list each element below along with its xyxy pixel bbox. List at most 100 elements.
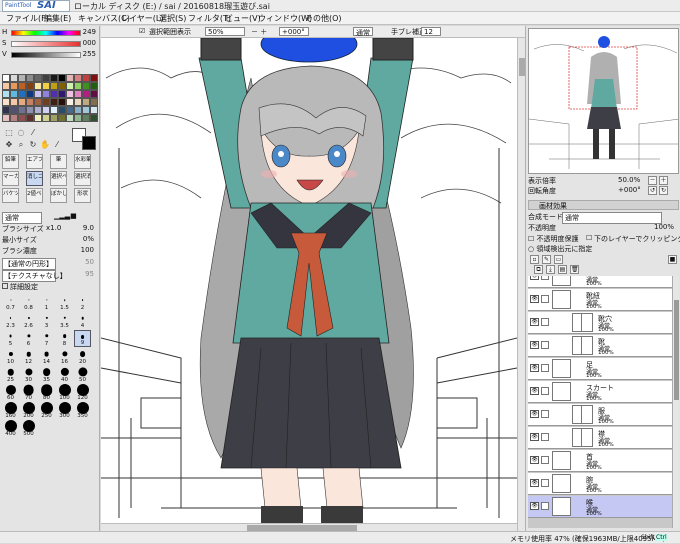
color-swatch[interactable] (50, 114, 58, 122)
value-slider[interactable]: V 255 (2, 50, 98, 60)
color-swatch[interactable] (42, 82, 50, 90)
brush-size-preset[interactable]: 3 (38, 312, 55, 329)
color-swatch[interactable] (18, 106, 26, 114)
color-swatch[interactable] (82, 114, 90, 122)
saturation-slider[interactable]: S 000 (2, 39, 98, 49)
texture-effect-section[interactable]: 画材効果 (528, 200, 679, 210)
layer-lock-icon[interactable] (541, 341, 549, 349)
color-swatch[interactable] (50, 106, 58, 114)
eye-icon[interactable]: 👁 (530, 341, 539, 349)
layer-row[interactable]: 👁 服通常 100% (528, 404, 672, 426)
brush-size-preset[interactable]: 40 (56, 366, 73, 383)
menu-layer[interactable]: レイヤー(L) (121, 13, 163, 24)
brush-size-preset[interactable]: 14 (38, 348, 55, 365)
detail-toggle-icon[interactable] (2, 283, 8, 289)
nav-zoom-out-button[interactable]: － (648, 176, 657, 185)
brush-size-preset[interactable]: 0.8 (20, 294, 37, 311)
eye-icon[interactable]: 👁 (530, 295, 539, 303)
color-swatch[interactable] (50, 98, 58, 106)
brush-size-preset[interactable]: 7 (38, 330, 55, 347)
blend-mode-row[interactable]: 通常 ▁▂▃■ (2, 212, 98, 224)
layer-lock-icon[interactable] (541, 318, 549, 326)
color-swatch[interactable] (82, 98, 90, 106)
tool-watercolor[interactable]: 水彩筆 (74, 154, 91, 169)
layer-row[interactable]: 👁 首通常 100% (528, 450, 672, 472)
tool-pencil[interactable]: 鉛筆 (2, 154, 19, 169)
nav-angle-row[interactable]: 回転角度 +000° ↺ ↻ (528, 186, 678, 195)
delete-layer-icon[interactable]: 🗑 (570, 265, 579, 274)
color-swatch[interactable] (66, 82, 74, 90)
hue-slider[interactable]: H 249 (2, 28, 98, 38)
brush-size-preset[interactable]: 25 (2, 366, 19, 383)
brush-size-preset[interactable]: 70 (20, 384, 37, 401)
brush-size-preset[interactable]: 80 (38, 384, 55, 401)
tool-select-eraser[interactable]: 選択消し (74, 171, 91, 186)
color-swatch[interactable] (74, 98, 82, 106)
color-swatch[interactable] (18, 74, 26, 82)
tool-marker[interactable]: マーカー (2, 171, 19, 186)
color-swatch[interactable] (58, 114, 66, 122)
color-swatch[interactable] (10, 82, 18, 90)
brush-size-preset[interactable]: 100 (56, 384, 73, 401)
layer-lock-icon[interactable] (541, 295, 549, 303)
eye-icon[interactable]: 👁 (530, 433, 539, 441)
stabilizer-select[interactable]: 12 (421, 27, 441, 36)
color-swatch[interactable] (2, 90, 10, 98)
min-size-row[interactable]: 最小サイズ 0% (2, 235, 98, 245)
move-icon[interactable]: ✥ (4, 140, 14, 150)
color-swatch[interactable] (90, 90, 98, 98)
brush-size-row[interactable]: ブラシサイズ x1.0 9.0 (2, 224, 98, 234)
tool-airbrush[interactable]: エアブラシ (26, 154, 43, 169)
brush-size-preset[interactable]: 2 (74, 294, 91, 311)
layer-lock-icon[interactable] (541, 433, 549, 441)
canvas-vertical-scrollbar[interactable] (517, 38, 525, 531)
layer-row[interactable]: 👁 腕通常 100% (528, 473, 672, 495)
color-swatch[interactable] (34, 98, 42, 106)
zoom-select[interactable]: 50% (205, 27, 245, 36)
eye-icon[interactable]: 👁 (530, 456, 539, 464)
color-swatch[interactable] (58, 82, 66, 90)
color-swatch[interactable] (50, 90, 58, 98)
color-swatch[interactable] (2, 114, 10, 122)
layer-row[interactable]: 👁 靴紐 通常 100% (528, 289, 672, 311)
brush-size-preset[interactable]: 35 (38, 366, 55, 383)
brush-size-preset[interactable]: 6 (20, 330, 37, 347)
tool-shape[interactable]: 形状 (74, 188, 91, 203)
canvas-horizontal-scrollbar[interactable] (101, 523, 517, 531)
color-swatch[interactable] (26, 98, 34, 106)
brush-size-preset[interactable]: 9 (74, 330, 91, 347)
color-swatch[interactable] (2, 98, 10, 106)
color-swatch[interactable] (58, 90, 66, 98)
select-rect-icon[interactable]: ⬚ (4, 128, 14, 138)
angle-field[interactable]: +000° (279, 27, 309, 36)
color-swatch[interactable] (82, 82, 90, 90)
menu-file[interactable]: ファイル(F) (6, 13, 49, 24)
layer-lock-icon[interactable] (541, 456, 549, 464)
color-swatch[interactable] (74, 90, 82, 98)
brush-size-preset[interactable]: 1.5 (56, 294, 73, 311)
copy-layer-icon[interactable]: ⧉ (534, 265, 543, 274)
eye-icon[interactable]: 👁 (530, 364, 539, 372)
color-swatch[interactable] (66, 90, 74, 98)
navigator-preview[interactable] (528, 28, 679, 174)
brush-size-preset[interactable]: 5 (2, 330, 19, 347)
nav-zoom-row[interactable]: 表示倍率 50.0% － ＋ (528, 176, 678, 185)
color-swatch[interactable] (50, 82, 58, 90)
color-swatch[interactable] (26, 106, 34, 114)
brush-size-preset[interactable]: 200 (20, 402, 37, 419)
layer-row[interactable]: 👁 通常 100% (528, 276, 672, 288)
clear-layer-icon[interactable]: ▤ (558, 265, 567, 274)
color-swatch[interactable] (2, 82, 10, 90)
new-vector-layer-icon[interactable]: ✎ (542, 255, 551, 264)
color-swatch[interactable] (74, 74, 82, 82)
color-swatch[interactable] (18, 82, 26, 90)
brush-size-preset[interactable]: 400 (2, 420, 19, 437)
layer-opacity-row[interactable]: 不透明度 100% (528, 223, 678, 232)
brush-size-preset[interactable]: 3.5 (56, 312, 73, 329)
new-layer-icon[interactable]: ▫ (530, 255, 539, 264)
color-swatch[interactable] (66, 98, 74, 106)
color-swatch[interactable] (10, 74, 18, 82)
ref-source-row[interactable]: ○ 領域検出元に指定 (528, 244, 678, 253)
color-swatch[interactable] (82, 74, 90, 82)
eye-icon[interactable]: 👁 (530, 410, 539, 418)
